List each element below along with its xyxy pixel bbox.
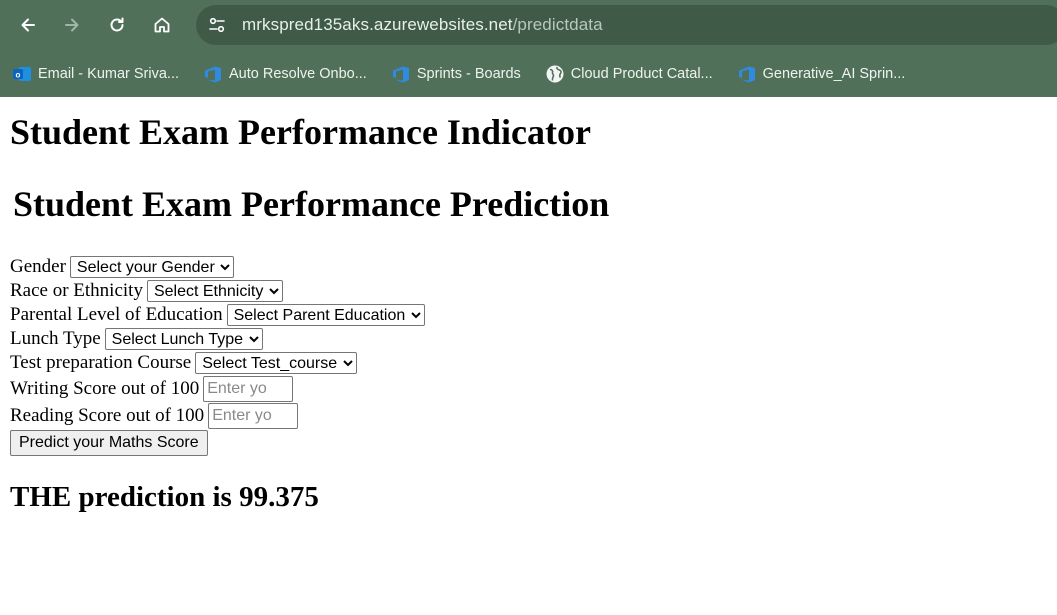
gender-label: Gender [10, 256, 66, 277]
prediction-result: THE prediction is 99.375 [10, 481, 319, 513]
reading-score-label: Reading Score out of 100 [10, 405, 205, 426]
parent-education-label: Parental Level of Education [10, 304, 223, 325]
azure-devops-icon [737, 64, 757, 84]
gender-row: Gender Select your Gender [10, 255, 1057, 279]
lunch-select[interactable]: Select Lunch Type [104, 328, 263, 350]
ethnicity-row: Race or Ethnicity Select Ethnicity [10, 279, 1057, 303]
bookmark-cloud-catalog[interactable]: Cloud Product Catal... [545, 64, 713, 84]
writing-score-row: Writing Score out of 100 [10, 376, 1057, 402]
url-path: /predictdata [512, 15, 603, 34]
back-icon [21, 18, 35, 32]
back-button[interactable] [11, 8, 45, 42]
forward-icon [65, 18, 79, 32]
tune-icon [209, 17, 225, 33]
bookmark-label: Sprints - Boards [416, 65, 521, 82]
reload-button[interactable] [100, 8, 134, 42]
bookmark-email[interactable]: o Email - Kumar Sriva... [12, 64, 179, 84]
gender-select[interactable]: Select your Gender [69, 256, 234, 278]
azure-devops-icon [203, 64, 223, 84]
form-title: Student Exam Performance Prediction [13, 184, 610, 224]
reload-icon [110, 17, 124, 32]
parent-education-row: Parental Level of Education Select Paren… [10, 303, 1057, 327]
prediction-form: Gender Select your Gender Race or Ethnic… [10, 255, 1057, 456]
reading-score-input[interactable] [208, 403, 299, 429]
browser-toolbar: mrkspred135aks.azurewebsites.net/predict… [0, 0, 1057, 50]
test-course-row: Test preparation Course Select Test_cour… [10, 351, 1057, 375]
lunch-label: Lunch Type [10, 328, 101, 349]
page-title: Student Exam Performance Indicator [10, 112, 591, 152]
predict-button[interactable]: Predict your Maths Score [10, 430, 208, 456]
ethnicity-select[interactable]: Select Ethnicity [146, 280, 283, 302]
browser-chrome: mrkspred135aks.azurewebsites.net/predict… [0, 0, 1057, 97]
bookmark-label: Generative_AI Sprin... [762, 65, 906, 82]
svg-text:o: o [16, 70, 21, 79]
url-text: mrkspred135aks.azurewebsites.net/predict… [242, 15, 603, 35]
reading-score-row: Reading Score out of 100 [10, 403, 1057, 429]
azure-devops-icon [391, 64, 411, 84]
home-icon [154, 17, 170, 33]
test-course-label: Test preparation Course [10, 352, 192, 373]
forward-button[interactable] [55, 8, 89, 42]
bookmark-auto-resolve[interactable]: Auto Resolve Onbo... [203, 64, 367, 84]
address-bar[interactable]: mrkspred135aks.azurewebsites.net/predict… [196, 5, 1057, 45]
bookmarks-bar: o Email - Kumar Sriva... Auto Resolve On… [0, 50, 1057, 97]
home-button[interactable] [145, 8, 179, 42]
site-info-button[interactable] [200, 8, 234, 42]
bookmark-label: Auto Resolve Onbo... [229, 65, 367, 82]
bookmark-label: Email - Kumar Sriva... [38, 65, 179, 82]
page-content: Student Exam Performance Indicator Stude… [0, 111, 1057, 514]
outlook-icon: o [12, 64, 32, 84]
url-host: mrkspred135aks.azurewebsites.net [242, 15, 513, 34]
bookmark-label: Cloud Product Catal... [570, 65, 713, 82]
test-course-select[interactable]: Select Test_course [195, 352, 358, 374]
bookmark-sprints[interactable]: Sprints - Boards [391, 64, 521, 84]
parent-education-select[interactable]: Select Parent Education [226, 304, 425, 326]
lunch-row: Lunch Type Select Lunch Type [10, 327, 1057, 351]
bookmark-generative-ai[interactable]: Generative_AI Sprin... [737, 64, 906, 84]
writing-score-input[interactable] [203, 376, 294, 402]
ethnicity-label: Race or Ethnicity [10, 280, 143, 301]
globe-icon [545, 64, 565, 84]
writing-score-label: Writing Score out of 100 [10, 378, 200, 399]
